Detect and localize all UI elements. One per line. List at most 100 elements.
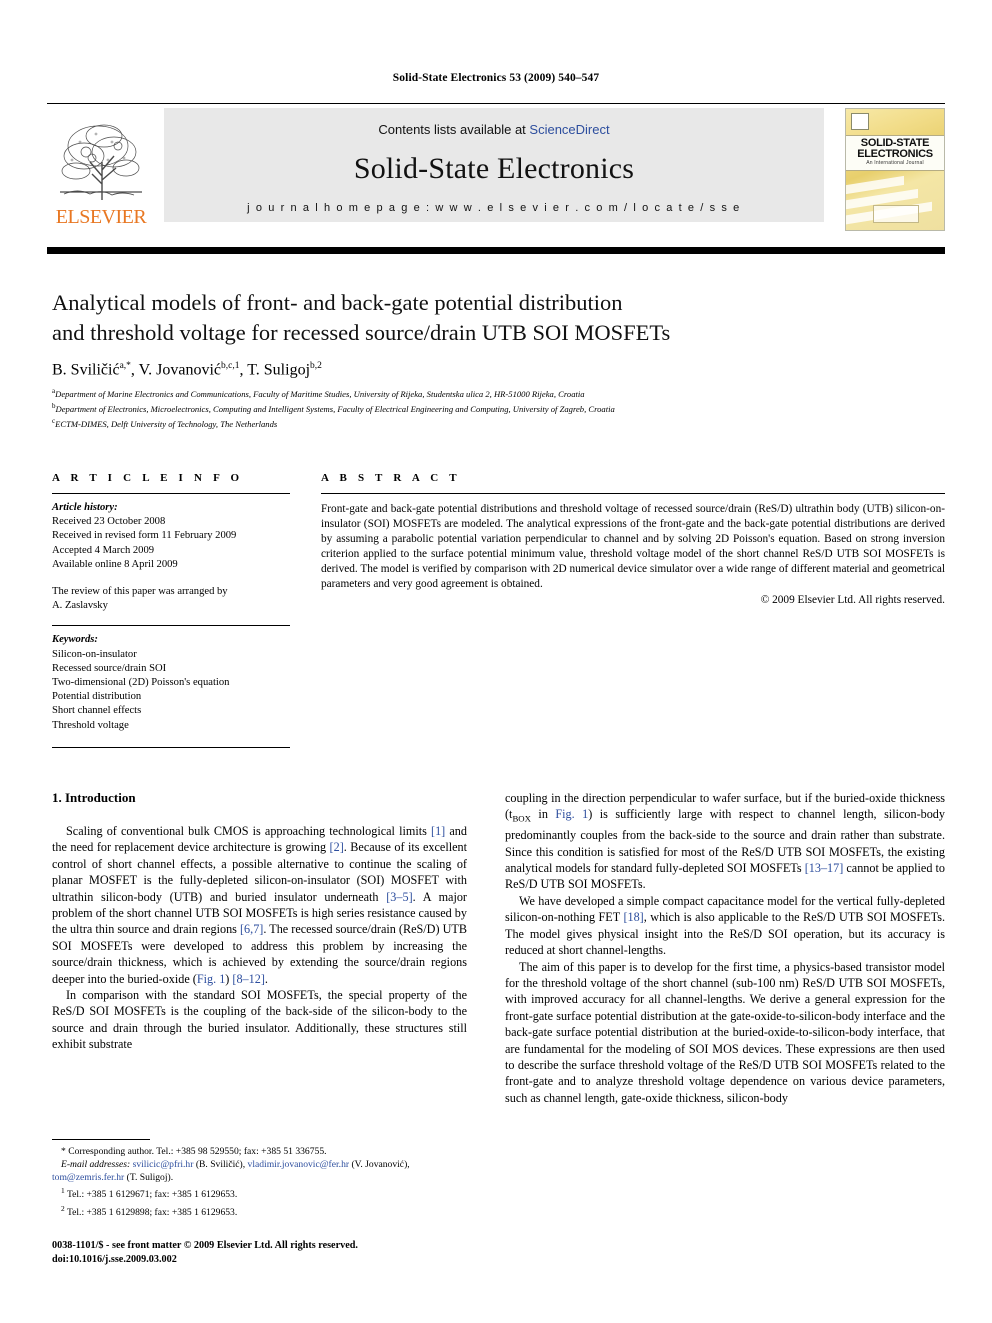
citation-reference[interactable]: [8–12]: [232, 972, 265, 986]
author-name: V. Jovanović: [138, 361, 221, 379]
citation-reference[interactable]: [3–5]: [386, 890, 412, 904]
paragraph: Scaling of conventional bulk CMOS is app…: [52, 823, 467, 987]
contents-line: Contents lists available at ScienceDirec…: [164, 122, 824, 137]
affiliation-list: aDepartment of Marine Electronics and Co…: [52, 385, 932, 430]
author-list: B. Sviličića,*, V. Jovanovićb,c,1, T. Su…: [52, 361, 322, 379]
article-history-item: Accepted 4 March 2009: [52, 544, 155, 556]
email-link[interactable]: tom@zemris.fer.hr: [52, 1172, 124, 1183]
footnote-mark: 1: [61, 1186, 65, 1196]
affiliation-text: ECTM-DIMES, Delft University of Technolo…: [55, 418, 278, 429]
section-heading-introduction: 1. Introduction: [52, 790, 136, 805]
page-title: Analytical models of front- and back-gat…: [52, 288, 882, 348]
email-owner: (V. Jovanović),: [351, 1159, 410, 1171]
article-history-item: Received in revised form 11 February 200…: [52, 530, 237, 542]
keyword-item: Potential distribution: [52, 691, 142, 703]
keyword-item: Threshold voltage: [52, 719, 129, 731]
keywords-label: Keywords:: [52, 634, 98, 646]
author-name: T. Suligoj: [247, 361, 311, 379]
footnote-note-1: 1 Tel.: +385 1 6129671; fax: +385 1 6129…: [52, 1184, 472, 1201]
email-owner: (T. Suligoj).: [126, 1172, 174, 1184]
journal-cover-thumbnail[interactable]: SOLID-STATE ELECTRONICS An International…: [845, 108, 945, 231]
body-column-left: 1. Introduction Scaling of conventional …: [52, 790, 467, 1053]
imprint-doi[interactable]: doi:10.1016/j.sse.2009.03.002: [52, 1253, 512, 1267]
citation-reference[interactable]: [1]: [431, 824, 445, 838]
article-info-section: A R T I C L E I N F O Article history: R…: [52, 472, 290, 748]
affiliation-text: Department of Marine Electronics and Com…: [55, 388, 585, 399]
figure-reference[interactable]: Fig. 1: [555, 807, 588, 821]
affiliation-item: aDepartment of Marine Electronics and Co…: [52, 385, 932, 400]
citation-reference[interactable]: [18]: [623, 910, 643, 924]
review-note-line1: The review of this paper was arranged by: [52, 586, 228, 598]
body-column-right: coupling in the direction perpendicular …: [505, 790, 945, 1106]
footnote-text: Tel.: +385 1 6129898; fax: +385 1 612965…: [66, 1206, 238, 1218]
title-line-1: Analytical models of front- and back-gat…: [52, 290, 623, 315]
affiliation-item: bDepartment of Electronics, Microelectro…: [52, 400, 932, 415]
citation-reference[interactable]: [6,7]: [240, 922, 263, 936]
footnote-corresponding-author: * Corresponding author. Tel.: +385 98 52…: [61, 1146, 327, 1157]
journal-banner: Contents lists available at ScienceDirec…: [164, 108, 824, 222]
keyword-item: Recessed source/drain SOI: [52, 662, 167, 674]
footnote-mark: 2: [61, 1203, 65, 1213]
footnote-block: * Corresponding author. Tel.: +385 98 52…: [52, 1145, 472, 1219]
footnote-text: Tel.: +385 1 6129671; fax: +385 1 612965…: [66, 1189, 238, 1201]
elsevier-logo: ELSEVIER: [47, 108, 155, 229]
cover-title-band: SOLID-STATE ELECTRONICS An International…: [846, 135, 944, 171]
running-head: Solid-State Electronics 53 (2009) 540–54…: [392, 72, 600, 84]
affiliation-text: Department of Electronics, Microelectron…: [55, 403, 615, 414]
paragraph: The aim of this paper is to develop for …: [505, 959, 945, 1107]
abstract-text: Front-gate and back-gate potential distr…: [321, 503, 945, 591]
author-affiliation-mark: b,c,1: [221, 361, 240, 371]
author-affiliation-mark: b,2: [310, 361, 322, 371]
article-history-label: Article history:: [52, 502, 118, 513]
abstract-copyright: © 2009 Elsevier Ltd. All rights reserved…: [760, 593, 945, 606]
article-info-heading: A R T I C L E I N F O: [52, 472, 244, 484]
paragraph-text: Scaling of conventional bulk CMOS is app…: [52, 824, 467, 986]
cover-imprint-mark: [873, 205, 919, 223]
article-history-item: Received 23 October 2008: [52, 516, 166, 528]
cover-subtitle: An International Journal: [866, 160, 924, 166]
paragraph: In comparison with the standard SOI MOSF…: [52, 987, 467, 1053]
sciencedirect-link[interactable]: ScienceDirect: [529, 122, 609, 137]
journal-title: Solid-State Electronics: [353, 152, 635, 185]
article-info-rule: [52, 493, 290, 494]
email-link[interactable]: svilicic@pfri.hr: [133, 1159, 194, 1170]
paragraph: We have developed a simple compact capac…: [505, 893, 945, 959]
citation-reference[interactable]: [13–17]: [805, 861, 844, 875]
paragraph-text: We have developed a simple compact capac…: [505, 893, 946, 958]
masthead: ELSEVIER Contents lists available at Sci…: [47, 108, 945, 231]
article-history-item: Available online 8 April 2009: [52, 558, 178, 570]
email-link[interactable]: vladimir.jovanovic@fer.hr: [248, 1159, 350, 1170]
abstract-rule: [321, 493, 945, 494]
affiliation-item: cECTM-DIMES, Delft University of Technol…: [52, 415, 932, 430]
paragraph-text: coupling in the direction perpendicular …: [505, 791, 946, 892]
elsevier-tree-icon: [52, 116, 150, 204]
keywords-top-rule: [52, 625, 290, 627]
citation-reference[interactable]: [2]: [330, 840, 344, 854]
author-name: B. Sviličić: [52, 361, 120, 379]
paragraph: coupling in the direction perpendicular …: [505, 790, 945, 893]
cover-title-line2: ELECTRONICS: [857, 148, 933, 160]
footnote-rule: [52, 1139, 150, 1140]
footnote-note-2: 2 Tel.: +385 1 6129898; fax: +385 1 6129…: [52, 1202, 472, 1219]
masthead-top-rule: [47, 103, 945, 104]
abstract-heading: A B S T R A C T: [321, 472, 461, 484]
abstract-section: A B S T R A C T Front-gate and back-gate…: [321, 472, 945, 606]
author-affiliation-mark: a,*: [119, 361, 131, 371]
keyword-item: Short channel effects: [52, 705, 142, 717]
imprint-line-1: 0038-1101/$ - see front matter © 2009 El…: [52, 1240, 358, 1251]
paragraph-text: In comparison with the standard SOI MOSF…: [52, 988, 467, 1052]
masthead-bottom-bar: [47, 247, 945, 254]
cover-publisher-mark: [851, 113, 869, 130]
paragraph-text: The aim of this paper is to develop for …: [505, 959, 945, 1105]
journal-article-page: Solid-State Electronics 53 (2009) 540–54…: [0, 0, 992, 1323]
journal-homepage[interactable]: j o u r n a l h o m e p a g e : w w w . …: [164, 202, 824, 214]
footnote-emails: E-mail addresses: svilicic@pfri.hr (B. S…: [52, 1158, 472, 1184]
title-line-2: and threshold voltage for recessed sourc…: [52, 320, 671, 345]
email-owner: (B. Sviličić),: [195, 1159, 246, 1171]
article-info-body: Article history: Received 23 October 200…: [52, 501, 290, 748]
imprint-block: 0038-1101/$ - see front matter © 2009 El…: [52, 1239, 512, 1266]
figure-reference[interactable]: Fig. 1: [197, 972, 225, 986]
contents-prefix: Contents lists available at: [378, 122, 530, 137]
keyword-item: Two-dimensional (2D) Poisson's equation: [52, 677, 230, 689]
